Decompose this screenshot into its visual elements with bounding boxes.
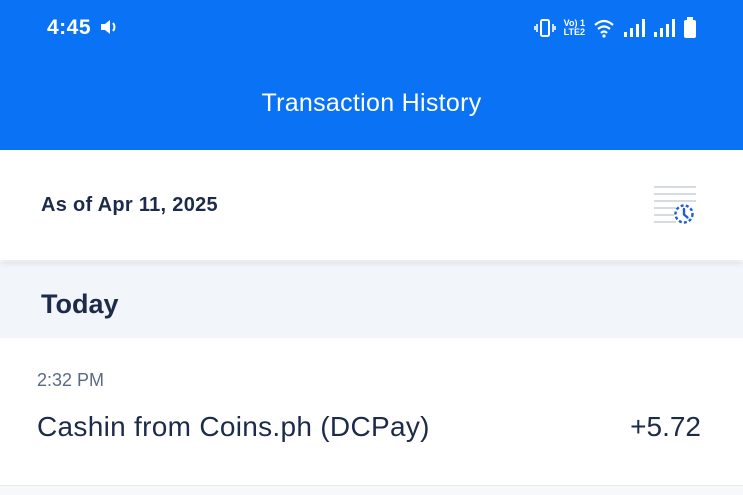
speaker-icon bbox=[101, 20, 116, 34]
as-of-date: As of Apr 11, 2025 bbox=[41, 194, 218, 216]
section-header: Today bbox=[0, 262, 743, 338]
transaction-row[interactable]: 2:32 PM Cashin from Coins.ph (DCPay) +5.… bbox=[0, 338, 743, 485]
transaction-time: 2:32 PM bbox=[37, 370, 105, 390]
page-title: Transaction History bbox=[261, 89, 482, 117]
transaction-amount: +5.72 bbox=[630, 411, 701, 442]
status-time: 4:45 bbox=[47, 16, 92, 39]
wifi-icon bbox=[594, 19, 614, 38]
as-of-bar: As of Apr 11, 2025 bbox=[0, 150, 743, 260]
lte-label: LTE2 bbox=[563, 27, 585, 37]
signal-icon bbox=[624, 19, 645, 37]
list-bottom bbox=[0, 486, 743, 495]
signal-icon bbox=[654, 19, 675, 37]
vibrate-icon bbox=[533, 19, 556, 37]
volte-icon: Vo) 1 LTE2 bbox=[564, 19, 585, 37]
status-bar: 4:45 Vo) 1 LTE2 bbox=[0, 0, 743, 58]
transaction-description: Cashin from Coins.ph (DCPay) bbox=[37, 411, 430, 442]
history-filter-icon[interactable] bbox=[652, 184, 700, 228]
battery-icon bbox=[684, 17, 696, 38]
section-title: Today bbox=[41, 289, 119, 319]
app-bar: Transaction History bbox=[0, 58, 743, 150]
status-icons: Vo) 1 LTE2 bbox=[533, 14, 697, 42]
